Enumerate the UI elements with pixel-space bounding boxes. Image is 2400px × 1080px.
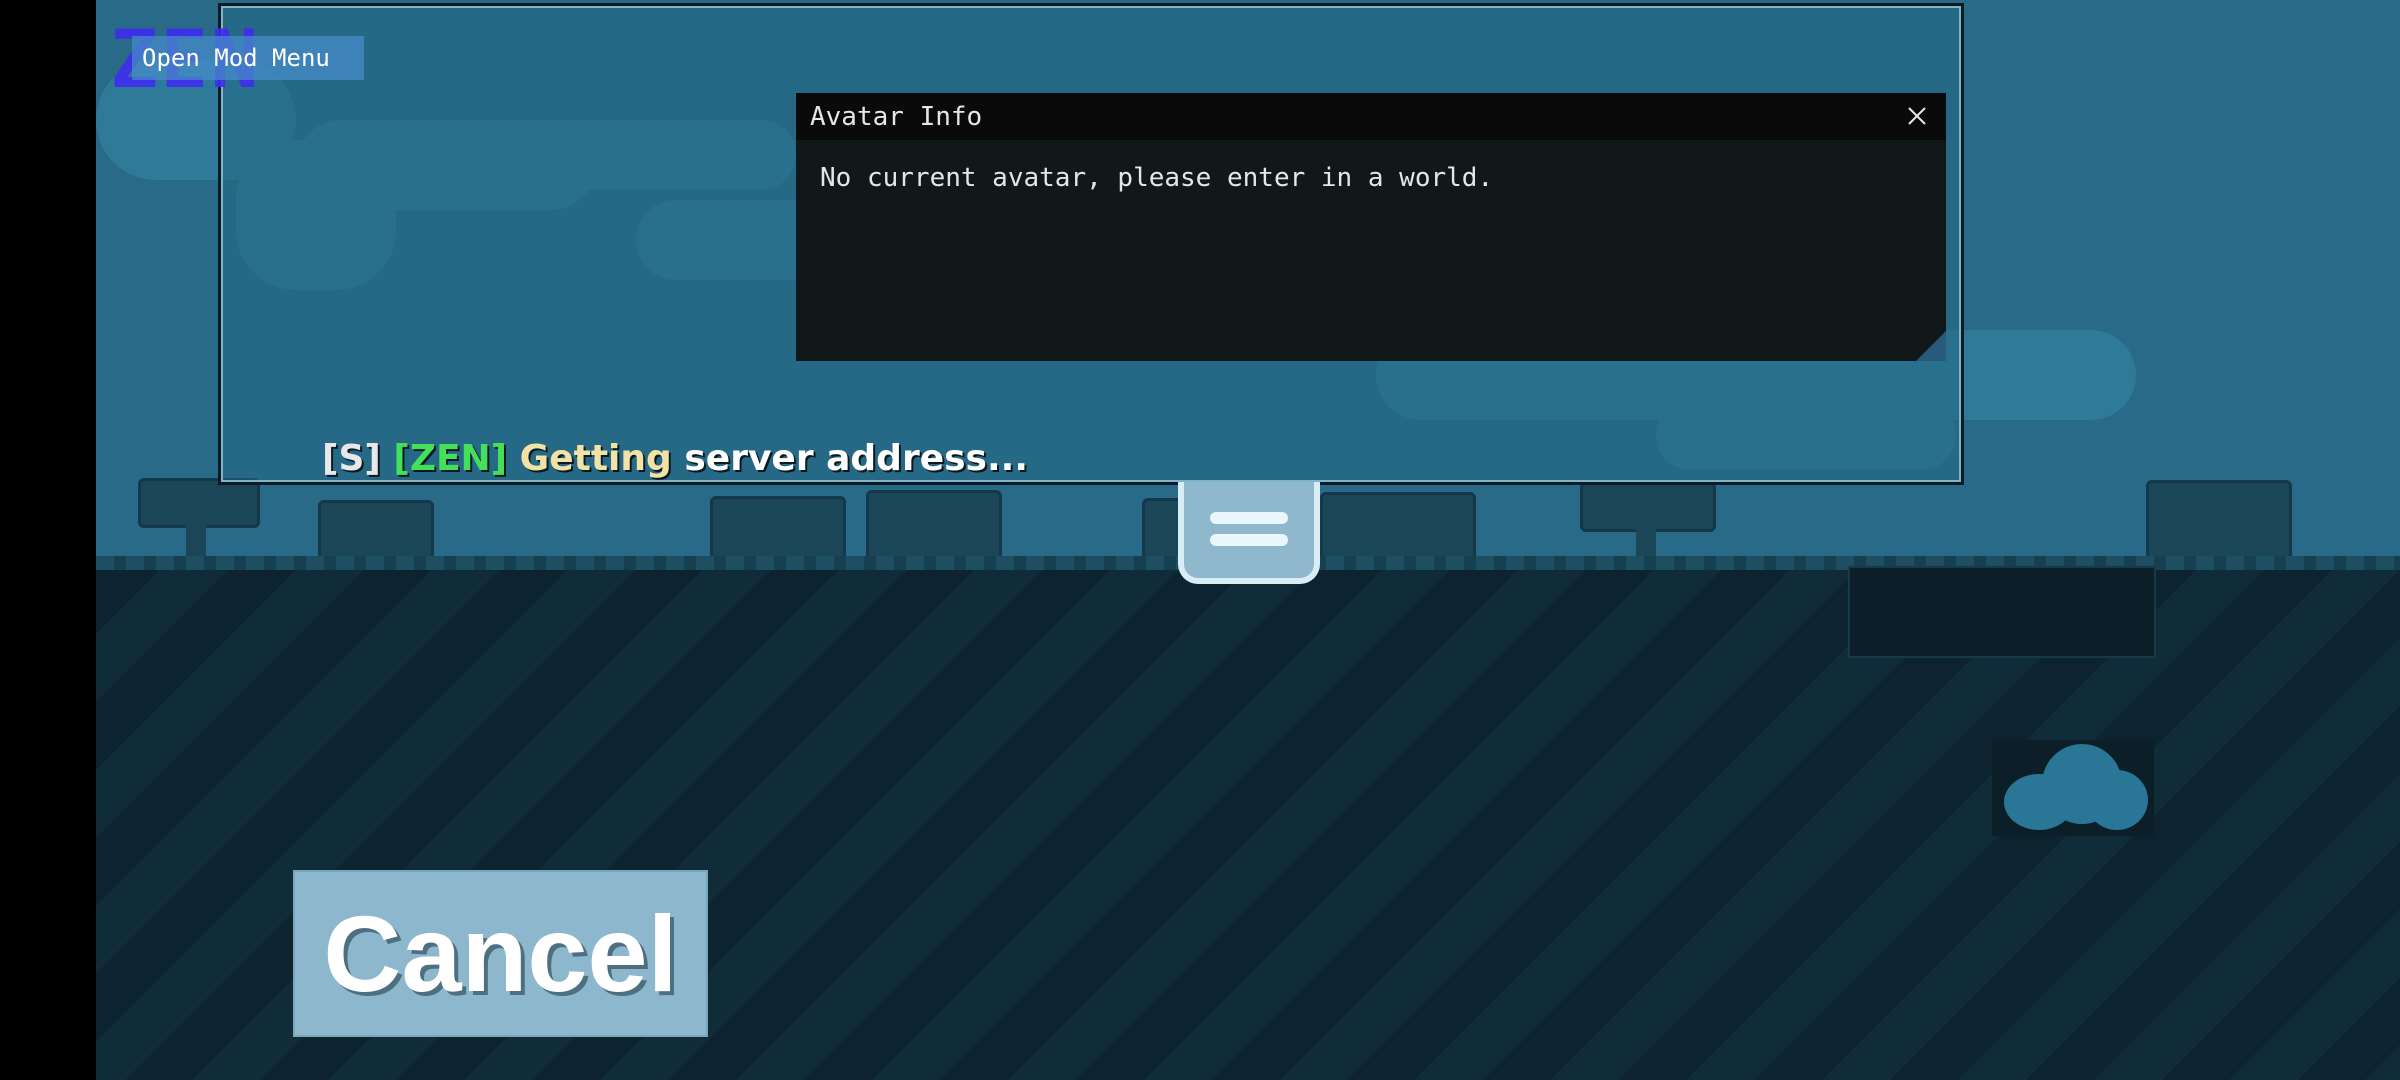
menu-icon <box>1210 534 1288 546</box>
sign-post <box>1636 524 1656 558</box>
console-prefix: [S] <box>322 438 381 479</box>
machine-prop <box>710 496 846 564</box>
close-icon-graphic <box>1908 107 1926 125</box>
resize-grip[interactable] <box>1916 331 1946 361</box>
toilet-prop <box>2146 480 2292 560</box>
cancel-button[interactable]: Cancel <box>293 870 708 1037</box>
open-mod-menu-button[interactable]: Open Mod Menu <box>132 36 364 80</box>
console-text: server address... <box>684 438 1028 479</box>
close-icon[interactable] <box>1902 101 1932 131</box>
toilet-prop <box>1320 492 1476 564</box>
avatar-info-message: No current avatar, please enter in a wor… <box>820 163 1494 193</box>
cloud-block <box>1992 740 2154 836</box>
cloud-block-puff <box>2086 770 2148 830</box>
creature-prop <box>866 490 1002 564</box>
console-tag: [ZEN] <box>393 438 508 479</box>
chat-toggle-button[interactable] <box>1178 482 1320 584</box>
window-title: Avatar Info <box>810 102 983 132</box>
window-titlebar[interactable]: Avatar Info <box>796 93 1946 140</box>
console-message: [S] [ZEN] Getting server address... <box>322 438 1028 479</box>
avatar-info-window: Avatar Info No current avatar, please en… <box>796 93 1946 361</box>
console-highlight: Getting <box>519 438 672 479</box>
dark-block <box>1848 566 2156 658</box>
sign-post <box>186 520 206 558</box>
menu-icon <box>1210 512 1288 524</box>
